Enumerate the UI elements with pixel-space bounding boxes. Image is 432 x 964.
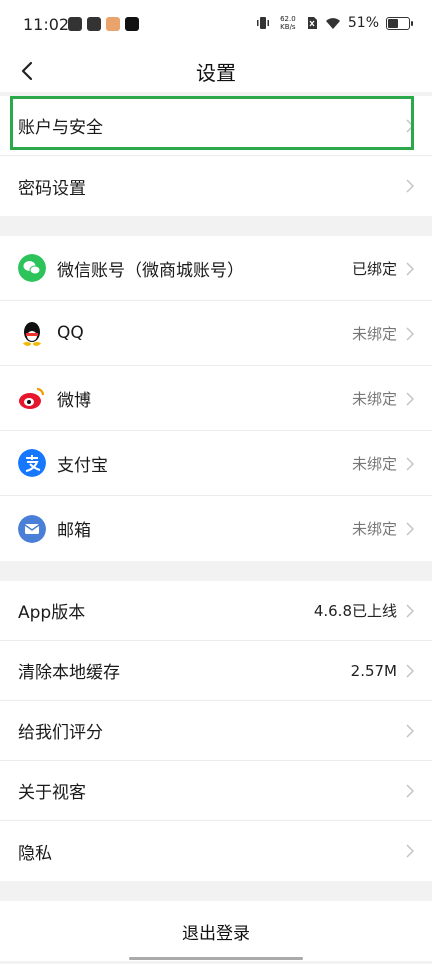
alipay-icon [18, 449, 46, 477]
chevron-right-icon [406, 522, 414, 536]
wifi-icon [325, 17, 340, 29]
app-notification-icon [68, 17, 82, 31]
chevron-right-icon [406, 392, 414, 406]
chevron-right-icon [406, 784, 414, 798]
cache-size-value: 2.57M [350, 661, 397, 680]
chevron-right-icon [406, 724, 414, 738]
rate-us-label: 给我们评分 [18, 723, 103, 743]
net-speed: 62.0 KB/s [277, 15, 299, 31]
page-title: 设置 [196, 61, 236, 85]
chevron-right-icon [406, 664, 414, 678]
home-indicator[interactable] [129, 957, 303, 960]
binding-status: 未绑定 [351, 324, 397, 343]
tiktok-icon [125, 17, 139, 31]
app-notification-icon [106, 17, 120, 31]
bindings-section: 微信账号（微商城账号） 已绑定 QQ 未绑定 微博 未绑定 支付宝 未绑定 邮箱… [0, 236, 432, 561]
app-version-row[interactable]: App版本 4.6.8已上线 [0, 581, 432, 641]
binding-label: 微博 [57, 390, 91, 411]
divider [0, 216, 432, 236]
chevron-right-icon [406, 327, 414, 341]
wechat-icon [18, 254, 46, 282]
status-time: 11:02 [23, 15, 70, 34]
app-version-value: 4.6.8已上线 [313, 602, 397, 620]
account-security-row[interactable]: 账户与安全 [0, 96, 432, 156]
binding-row-alipay[interactable]: 支付宝 未绑定 [0, 431, 432, 496]
notification-icons [68, 17, 139, 31]
binding-label: 支付宝 [57, 455, 108, 476]
clear-cache-row[interactable]: 清除本地缓存 2.57M [0, 641, 432, 701]
binding-row-wechat[interactable]: 微信账号（微商城账号） 已绑定 [0, 236, 432, 301]
net-speed-unit: KB/s [280, 23, 296, 31]
account-security-label: 账户与安全 [18, 118, 103, 138]
chevron-right-icon [406, 457, 414, 471]
about-label: 关于视客 [18, 783, 86, 803]
divider [0, 881, 432, 901]
qq-icon [23, 322, 41, 346]
vibrate-icon [256, 17, 269, 29]
rate-us-row[interactable]: 给我们评分 [0, 701, 432, 761]
binding-status: 未绑定 [351, 454, 397, 473]
binding-row-qq[interactable]: QQ 未绑定 [0, 301, 432, 366]
privacy-label: 隐私 [18, 843, 52, 864]
binding-row-mail[interactable]: 邮箱 未绑定 [0, 496, 432, 561]
divider [0, 561, 432, 581]
no-sim-icon [307, 17, 317, 29]
chevron-right-icon [406, 119, 414, 133]
chevron-right-icon [406, 604, 414, 618]
chevron-right-icon [406, 844, 414, 858]
chevron-right-icon [406, 179, 414, 193]
battery-icon [386, 16, 413, 30]
binding-label: 微信账号（微商城账号） [57, 260, 244, 281]
binding-status: 未绑定 [351, 520, 397, 538]
logout-button[interactable]: 退出登录 [0, 901, 432, 961]
binding-label: QQ [57, 323, 84, 343]
binding-row-weibo[interactable]: 微博 未绑定 [0, 366, 432, 431]
privacy-row[interactable]: 隐私 [0, 821, 432, 881]
net-speed-value: 62.0 [280, 15, 296, 23]
binding-label: 邮箱 [57, 521, 91, 541]
binding-status: 已绑定 [351, 259, 397, 278]
chevron-right-icon [406, 262, 414, 276]
mail-icon [18, 514, 46, 543]
about-row[interactable]: 关于视客 [0, 761, 432, 821]
password-settings-label: 密码设置 [18, 178, 86, 199]
clear-cache-label: 清除本地缓存 [18, 663, 120, 683]
status-right: 62.0 KB/s 51% [256, 15, 413, 31]
battery-percent: 51% [347, 15, 379, 31]
account-section: 账户与安全 密码设置 [0, 96, 432, 216]
nav-bar: 设置 [0, 50, 432, 92]
binding-status: 未绑定 [351, 389, 397, 408]
app-version-label: App版本 [18, 603, 86, 623]
status-bar: 11:02 62.0 KB/s 51% [0, 0, 432, 50]
misc-section: App版本 4.6.8已上线 清除本地缓存 2.57M 给我们评分 关于视客 隐… [0, 581, 432, 881]
password-settings-row[interactable]: 密码设置 [0, 156, 432, 216]
weibo-icon [19, 387, 45, 409]
mail-notification-icon [87, 17, 101, 31]
